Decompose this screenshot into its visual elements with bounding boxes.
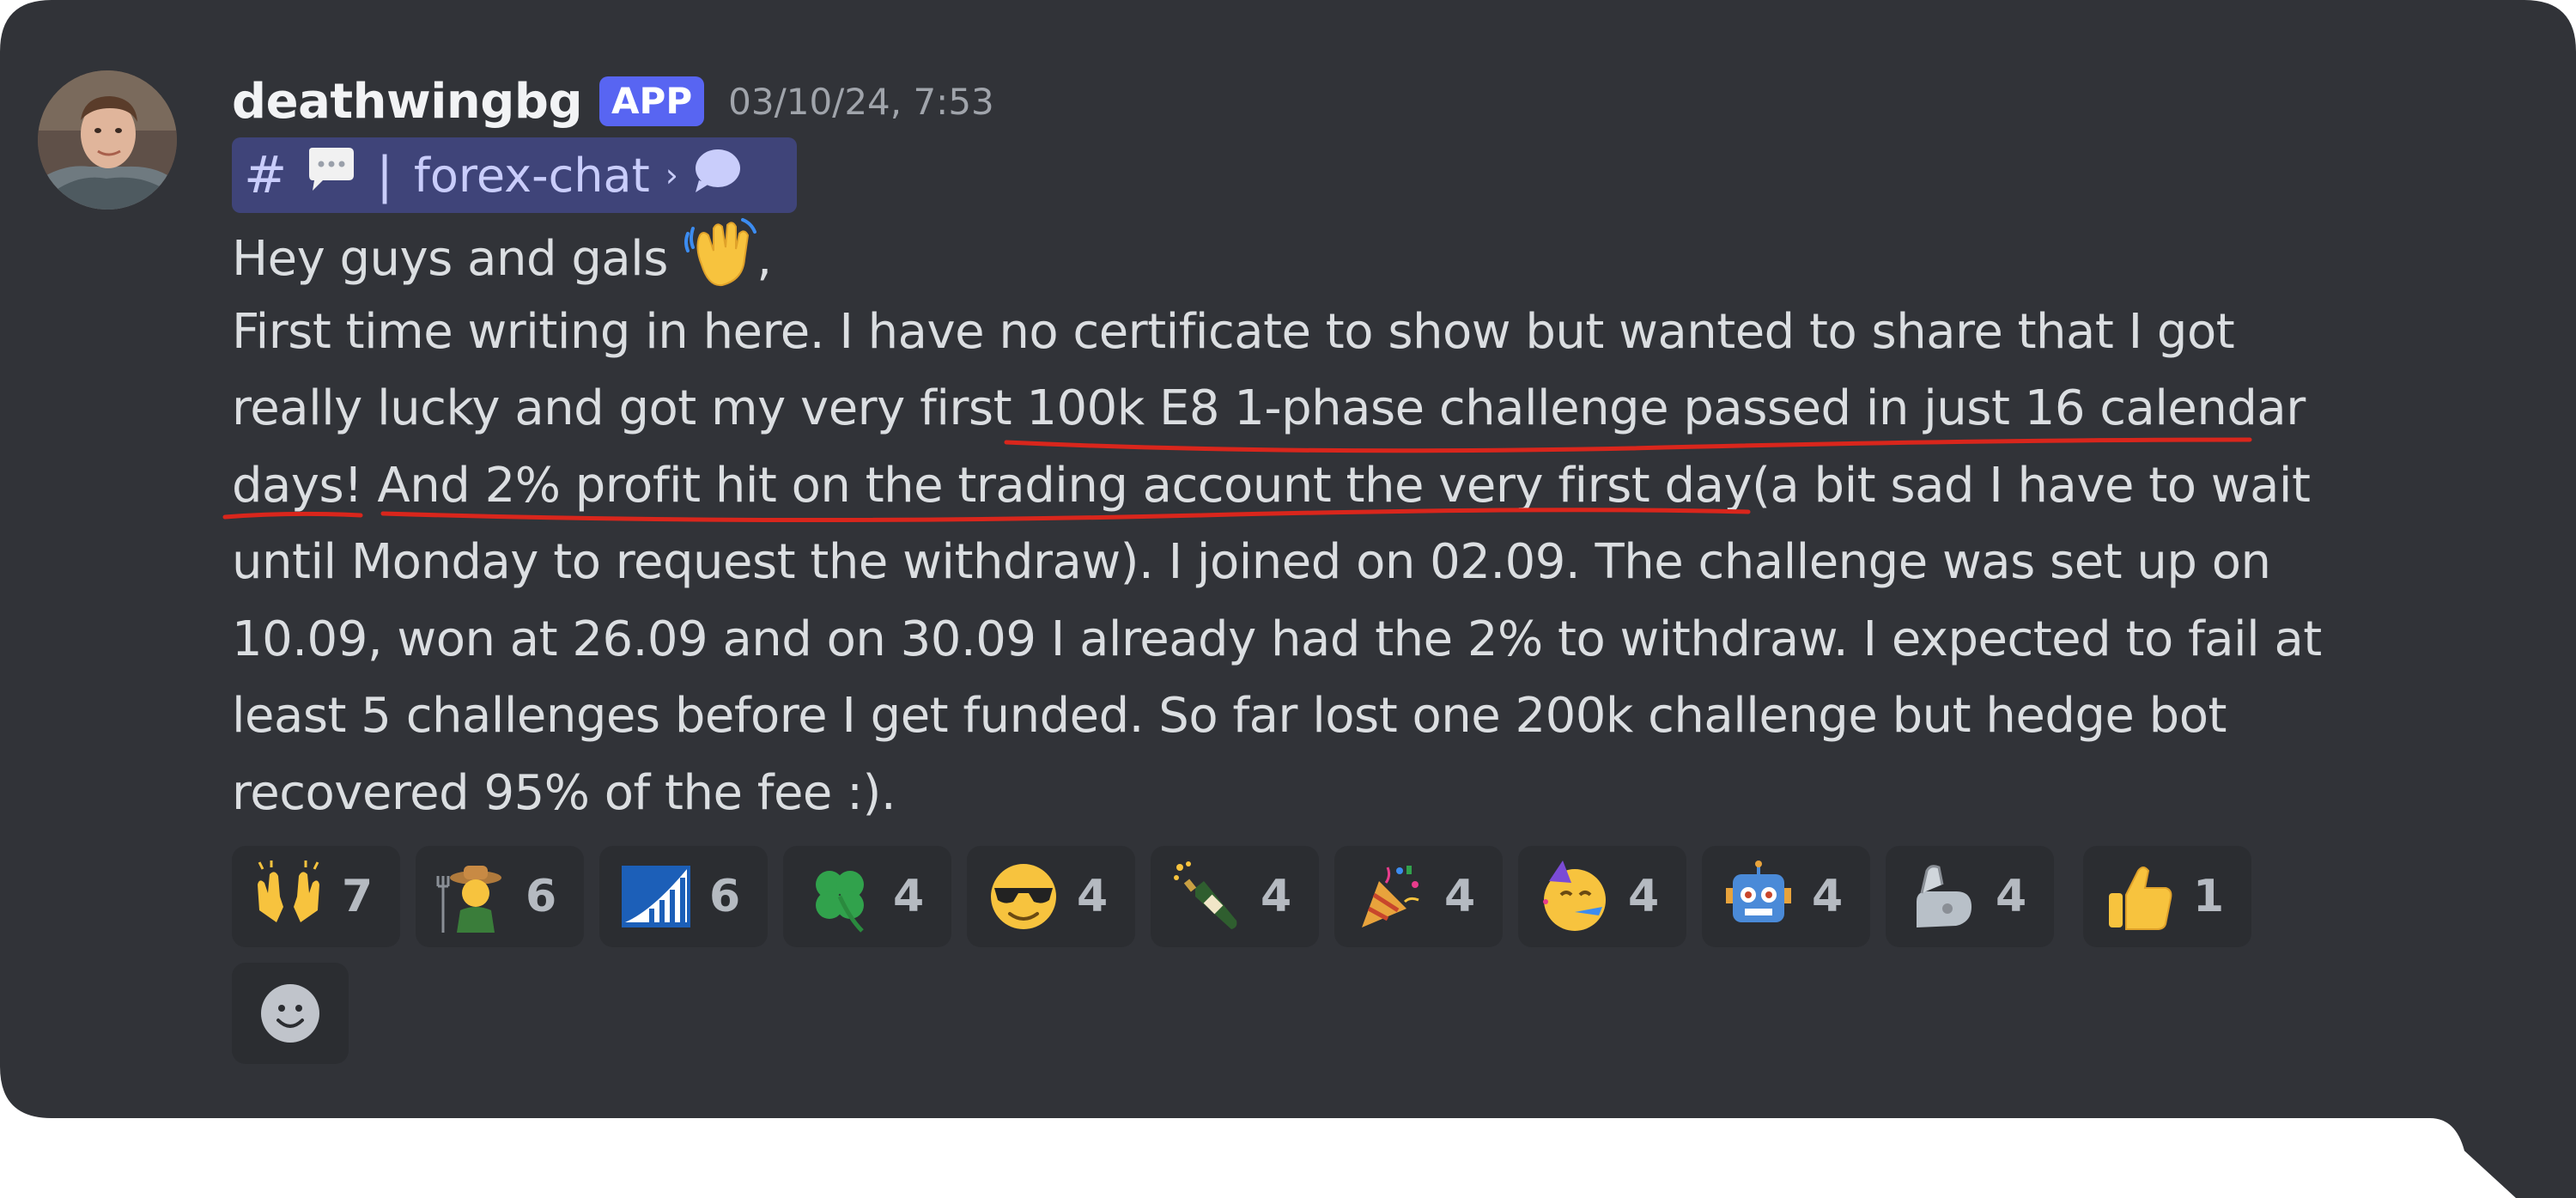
mechanical-arm-icon <box>1917 865 1971 927</box>
champagne-icon <box>1174 861 1237 929</box>
body-line-4: until Monday to request the withdraw). I… <box>232 534 2271 590</box>
party-popper-icon <box>1362 866 1419 927</box>
add-reaction-icon <box>261 984 319 1043</box>
thumbs-up-icon <box>2109 867 2172 930</box>
username[interactable]: deathwingbg <box>232 74 583 130</box>
reaction-sunglasses[interactable]: 4 <box>967 846 1135 947</box>
greeting-line: Hey guys and gals , <box>232 216 2310 294</box>
reaction-robot[interactable]: 4 <box>1702 846 1870 947</box>
farmer-icon <box>436 866 501 933</box>
body-line-1: First time writing in here. I have no ce… <box>232 303 2235 360</box>
app-badge: APP <box>599 76 705 126</box>
body-line-5: 10.09, won at 26.09 and on 30.09 I alrea… <box>232 611 2322 667</box>
reaction-count: 4 <box>1628 871 1660 922</box>
highlighted-text-2: days! And 2% profit hit on the trading a… <box>232 457 1753 514</box>
reaction-count: 7 <box>342 871 374 922</box>
four-leaf-clover-icon <box>816 871 864 933</box>
reaction-count: 4 <box>1996 871 2027 922</box>
greeting-text: Hey guys and gals <box>232 231 668 287</box>
reaction-count: 4 <box>1812 871 1844 922</box>
body-line-3b: (a bit sad I have to wait <box>1752 457 2311 514</box>
greeting-comma: , <box>756 231 772 287</box>
reaction-count: 1 <box>2193 871 2225 922</box>
partying-face-icon <box>1543 860 1606 931</box>
raising-hands-icon <box>258 860 319 922</box>
reaction-partying-face[interactable]: 4 <box>1518 846 1686 947</box>
avatar-image <box>38 70 177 210</box>
channel-mention[interactable]: # | forex-chat › <box>232 137 797 213</box>
body-line-6: least 5 challenges before I get funded. … <box>232 688 2227 744</box>
reaction-thumbs-up[interactable]: 1 <box>2083 846 2251 947</box>
avatar[interactable] <box>38 70 177 210</box>
body-line-2a: really lucky and got my very first <box>232 380 1027 436</box>
robot-icon <box>1726 860 1791 922</box>
reaction-count: 4 <box>1261 871 1292 922</box>
reaction-count: 6 <box>709 871 741 922</box>
reaction-champagne[interactable]: 4 <box>1151 846 1319 947</box>
reaction-clover[interactable]: 4 <box>783 846 951 947</box>
thread-icon <box>692 146 744 205</box>
message-header: deathwingbg APP 03/10/24, 7:53 <box>232 67 994 136</box>
reaction-farmer[interactable]: 6 <box>416 846 584 947</box>
reaction-raising-hands[interactable]: 7 <box>232 846 400 947</box>
sunglasses-face-icon <box>991 864 1056 929</box>
body-line-2: really lucky and got my very first 100k … <box>232 370 2310 447</box>
chat-message: deathwingbg APP 03/10/24, 7:53 # | forex… <box>0 0 2576 1198</box>
channel-separator: | <box>376 146 393 204</box>
timestamp[interactable]: 03/10/24, 7:53 <box>728 81 994 123</box>
body-line-3: days! And 2% profit hit on the trading a… <box>232 447 2311 525</box>
body-line-7: recovered 95% of the fee :). <box>232 764 896 821</box>
add-reaction-button[interactable] <box>232 963 349 1064</box>
chart-logo-icon <box>622 866 690 927</box>
highlighted-text-1: 100k E8 1-phase challenge passed in just… <box>1026 380 2306 436</box>
reaction-count: 4 <box>893 871 925 922</box>
hash-icon: # <box>244 145 288 205</box>
reaction-party-popper[interactable]: 4 <box>1334 846 1503 947</box>
channel-name: forex-chat <box>413 148 650 203</box>
message-content: Hey guys and gals , First time writing i… <box>232 216 2322 831</box>
reaction-count: 4 <box>1077 871 1109 922</box>
reaction-chart-logo[interactable]: 6 <box>599 846 768 947</box>
speech-bubble-icon <box>304 146 357 205</box>
reaction-count: 4 <box>1444 871 1476 922</box>
reaction-count: 6 <box>526 871 557 922</box>
reaction-mechanical-arm[interactable]: 4 <box>1886 846 2054 947</box>
screenshot-canvas: deathwingbg APP 03/10/24, 7:53 # | forex… <box>0 0 2576 1198</box>
chevron-right-icon: › <box>665 156 678 194</box>
